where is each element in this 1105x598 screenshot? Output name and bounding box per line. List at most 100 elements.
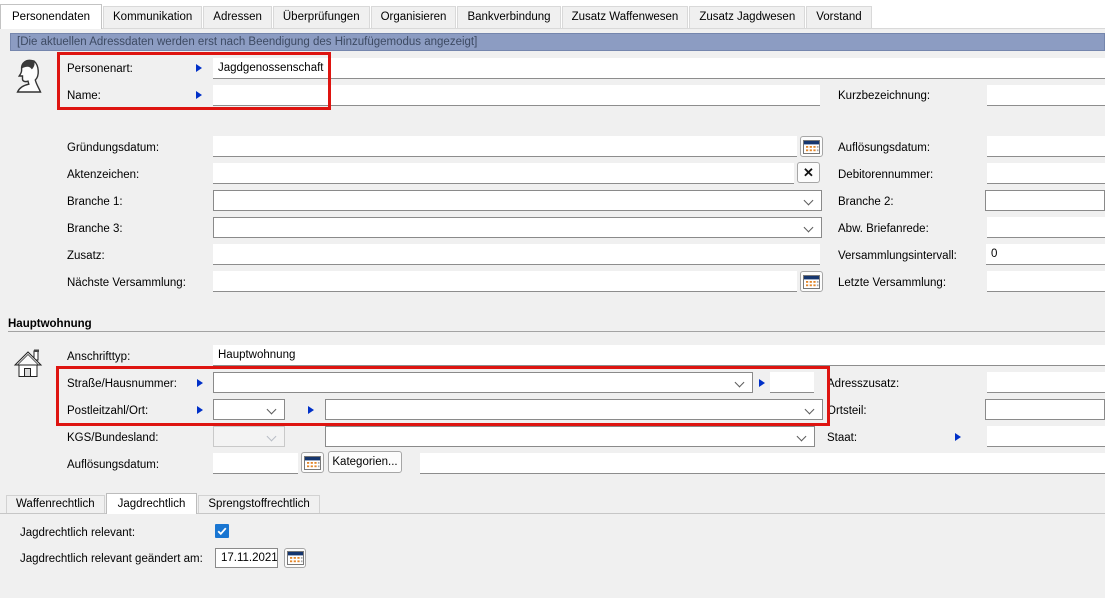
abw-briefanrede-label: Abw. Briefanrede: [838,223,929,236]
abw-briefanrede-field[interactable] [987,217,1105,238]
tab-adressen[interactable]: Adressen [203,6,272,28]
kgs-dropdown [213,426,285,447]
jagdrechtlich-geaendert-label: Jagdrechtlich relevant geändert am: [20,553,203,566]
versammlungsintervall-label: Versammlungsintervall: [838,250,957,263]
kategorien-button[interactable]: Kategorien... [328,451,402,473]
tab-vorstand[interactable]: Vorstand [806,6,871,28]
aufloesungsdatum-field[interactable] [987,136,1105,157]
tab-personendaten[interactable]: Personendaten [0,4,102,29]
adresszusatz-field[interactable] [987,372,1105,393]
hausnummer-field[interactable] [770,372,814,393]
debitorennummer-label: Debitorennummer: [838,169,933,182]
clear-icon: ✕ [803,166,814,179]
required-marker-icon [196,64,202,72]
calendar-icon [803,274,820,290]
tab-waffenrechtlich[interactable]: Waffenrechtlich [6,495,105,513]
kurzbezeichnung-field[interactable] [987,85,1105,106]
branche2-label: Branche 2: [838,196,894,209]
tab-zusatz-jagdwesen[interactable]: Zusatz Jagdwesen [689,6,805,28]
aktenzeichen-field[interactable] [213,163,794,184]
zusatz-field[interactable] [213,244,820,265]
staat-field[interactable] [987,426,1105,447]
adresse-aufloesungsdatum-label: Auflösungsdatum: [67,459,159,472]
calendar-icon [803,139,820,155]
ort-dropdown[interactable] [325,399,823,420]
chevron-down-icon [805,405,815,415]
naechste-versammlung-label: Nächste Versammlung: [67,277,186,290]
branche3-dropdown[interactable] [213,217,822,238]
letzte-versammlung-label: Letzte Versammlung: [838,277,946,290]
letzte-versammlung-field[interactable] [987,271,1105,292]
tab-ueberpruefungen[interactable]: Überprüfungen [273,6,370,28]
adresse-aufloesungsdatum-field[interactable] [213,453,298,474]
chevron-down-icon [267,432,277,442]
branche2-field[interactable] [985,190,1105,211]
strasse-dropdown[interactable] [213,372,753,393]
bottom-tab-bar: Waffenrechtlich Jagdrechtlich Sprengstof… [0,494,1105,514]
gruendungsdatum-field[interactable] [213,136,797,157]
branche3-label: Branche 3: [67,223,123,236]
required-marker-icon [196,91,202,99]
plz-detail-arrow-icon[interactable] [308,406,314,414]
anschrifttyp-field[interactable]: Hauptwohnung [213,345,1105,366]
versammlungsintervall-field[interactable]: 0 [986,244,1105,265]
adresszusatz-label: Adresszusatz: [827,378,899,391]
naechste-versammlung-calendar-button[interactable] [800,271,823,292]
name-field[interactable] [213,85,820,106]
jagdrechtlich-relevant-label: Jagdrechtlich relevant: [20,527,135,540]
chevron-down-icon [804,223,814,233]
jagdrechtlich-geaendert-calendar-button[interactable] [284,548,306,568]
chevron-down-icon [267,405,277,415]
gruendungsdatum-label: Gründungsdatum: [67,142,159,155]
chevron-down-icon [804,196,814,206]
name-label: Name: [67,90,101,103]
jagdrechtlich-geaendert-field[interactable]: 17.11.2021 [215,548,278,568]
check-icon [216,525,228,537]
adresse-aufloesungsdatum-calendar-button[interactable] [301,452,324,473]
house-icon [11,348,45,380]
zusatz-label: Zusatz: [67,250,105,263]
ortsteil-label: Ortsteil: [827,405,867,418]
staat-detail-arrow-icon[interactable] [955,433,961,441]
debitorennummer-field[interactable] [987,163,1105,184]
required-marker-icon [197,379,203,387]
top-tab-bar: Personendaten Kommunikation Adressen Übe… [0,0,1105,29]
required-marker-icon [197,406,203,414]
calendar-icon [287,550,304,566]
tab-jagdrechtlich[interactable]: Jagdrechtlich [106,493,198,514]
naechste-versammlung-field[interactable] [213,271,797,292]
plz-dropdown[interactable] [213,399,285,420]
strasse-detail-arrow-icon[interactable] [759,379,765,387]
staat-label: Staat: [827,432,857,445]
gruendungsdatum-calendar-button[interactable] [800,136,823,157]
strasse-label: Straße/Hausnummer: [67,378,177,391]
chevron-down-icon [735,378,745,388]
anschrifttyp-label: Anschrifttyp: [67,351,130,364]
branche1-label: Branche 1: [67,196,123,209]
plz-ort-label: Postleitzahl/Ort: [67,405,148,418]
kurzbezeichnung-label: Kurzbezeichnung: [838,90,930,103]
personenart-field[interactable]: Jagdgenossenschaft [213,58,1105,79]
tab-sprengstoffrechtlich[interactable]: Sprengstoffrechtlich [198,495,319,513]
info-banner: [Die aktuellen Adressdaten werden erst n… [10,33,1105,51]
chevron-down-icon [797,432,807,442]
tab-organisieren[interactable]: Organisieren [371,6,457,28]
bundesland-dropdown[interactable] [325,426,815,447]
hauptwohnung-section-title: Hauptwohnung [8,318,92,331]
kgs-bundesland-label: KGS/Bundesland: [67,432,158,445]
personendaten-form: Personendaten Kommunikation Adressen Übe… [0,0,1105,598]
aufloesungsdatum-label: Auflösungsdatum: [838,142,930,155]
calendar-icon [304,455,321,471]
aktenzeichen-clear-button[interactable]: ✕ [797,162,820,183]
jagdrechtlich-relevant-checkbox[interactable] [215,524,229,538]
tab-bankverbindung[interactable]: Bankverbindung [457,6,560,28]
branche1-dropdown[interactable] [213,190,822,211]
kategorien-field[interactable] [420,453,1105,474]
section-divider [8,331,1105,332]
tab-kommunikation[interactable]: Kommunikation [103,6,202,28]
person-icon [13,57,45,97]
personenart-label: Personenart: [67,63,133,76]
aktenzeichen-label: Aktenzeichen: [67,169,139,182]
tab-zusatz-waffenwesen[interactable]: Zusatz Waffenwesen [562,6,689,28]
ortsteil-field[interactable] [985,399,1105,420]
